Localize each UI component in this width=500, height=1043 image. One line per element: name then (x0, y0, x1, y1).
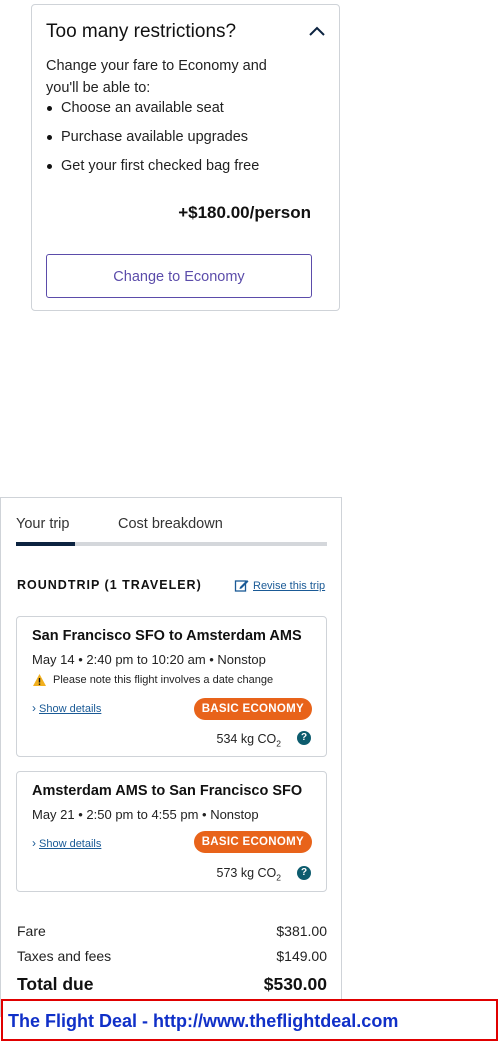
flight-times: May 14 • 2:40 pm to 10:20 am • Nonstop (32, 652, 266, 667)
restrictions-intro: Change your fare to Economy and you'll b… (46, 58, 267, 96)
warning-icon (33, 674, 46, 686)
co2-subscript: 2 (276, 872, 281, 883)
co2-subscript: 2 (276, 738, 281, 749)
upgrade-price: +$180.00/person (178, 203, 311, 222)
basic-economy-badge: BASIC ECONOMY (193, 698, 312, 720)
show-details-link[interactable]: › Show details (32, 836, 101, 850)
chevron-right-icon: › (32, 701, 36, 715)
co2-value: 573 kg CO (216, 866, 277, 880)
total-value: $530.00 (263, 974, 327, 994)
help-icon[interactable]: ? (297, 731, 311, 745)
show-details-link[interactable]: › Show details (32, 701, 101, 715)
fare-label: Fare (17, 923, 46, 939)
fare-restrictions-card: Too many restrictions? Change your fare … (31, 4, 340, 311)
trip-summary-panel: Your trip Cost breakdown ROUNDTRIP (1 TR… (0, 497, 342, 1017)
taxes-value: $149.00 (276, 948, 327, 964)
total-label: Total due (17, 974, 94, 994)
fare-value: $381.00 (276, 923, 327, 939)
co2-emissions: 534 kg CO2 (217, 732, 282, 749)
restrictions-title: Too many restrictions? (46, 21, 237, 42)
tab-cost-breakdown[interactable]: Cost breakdown (118, 516, 223, 532)
chevron-up-icon[interactable] (308, 25, 326, 37)
flight-route: San Francisco SFO to Amsterdam AMS (32, 628, 302, 644)
help-icon[interactable]: ? (297, 866, 311, 880)
benefit-item-bag: Get your first checked bag free (46, 155, 259, 184)
edit-icon[interactable] (234, 578, 249, 593)
flight-times: May 21 • 2:50 pm to 4:55 pm • Nonstop (32, 807, 259, 822)
flight-card-return: Amsterdam AMS to San Francisco SFO May 2… (16, 771, 327, 892)
basic-economy-badge: BASIC ECONOMY (193, 831, 312, 853)
tab-active-indicator (16, 542, 75, 546)
flight-card-outbound: San Francisco SFO to Amsterdam AMS May 1… (16, 616, 327, 757)
co2-emissions: 573 kg CO2 (217, 866, 282, 883)
show-details-label: Show details (39, 838, 102, 850)
benefit-item-upgrades: Purchase available upgrades (46, 126, 259, 155)
watermark-text: The Flight Deal - http://www.theflightde… (8, 1011, 399, 1031)
change-to-economy-button[interactable]: Change to Economy (46, 254, 312, 298)
show-details-label: Show details (39, 703, 102, 715)
tab-your-trip[interactable]: Your trip (16, 516, 69, 532)
flight-route: Amsterdam AMS to San Francisco SFO (32, 783, 303, 799)
trip-tabs: Your trip Cost breakdown (16, 516, 327, 546)
co2-value: 534 kg CO (216, 732, 277, 746)
watermark-banner: The Flight Deal - http://www.theflightde… (1, 999, 498, 1041)
date-change-warning: Please note this flight involves a date … (53, 674, 274, 686)
benefit-item-seat: Choose an available seat (46, 97, 259, 126)
chevron-right-icon: › (32, 836, 36, 850)
taxes-label: Taxes and fees (17, 948, 112, 964)
benefits-list: Choose an available seat Purchase availa… (46, 97, 259, 184)
roundtrip-heading: ROUNDTRIP (1 TRAVELER) (17, 578, 202, 592)
revise-trip-link[interactable]: Revise this trip (253, 580, 325, 592)
